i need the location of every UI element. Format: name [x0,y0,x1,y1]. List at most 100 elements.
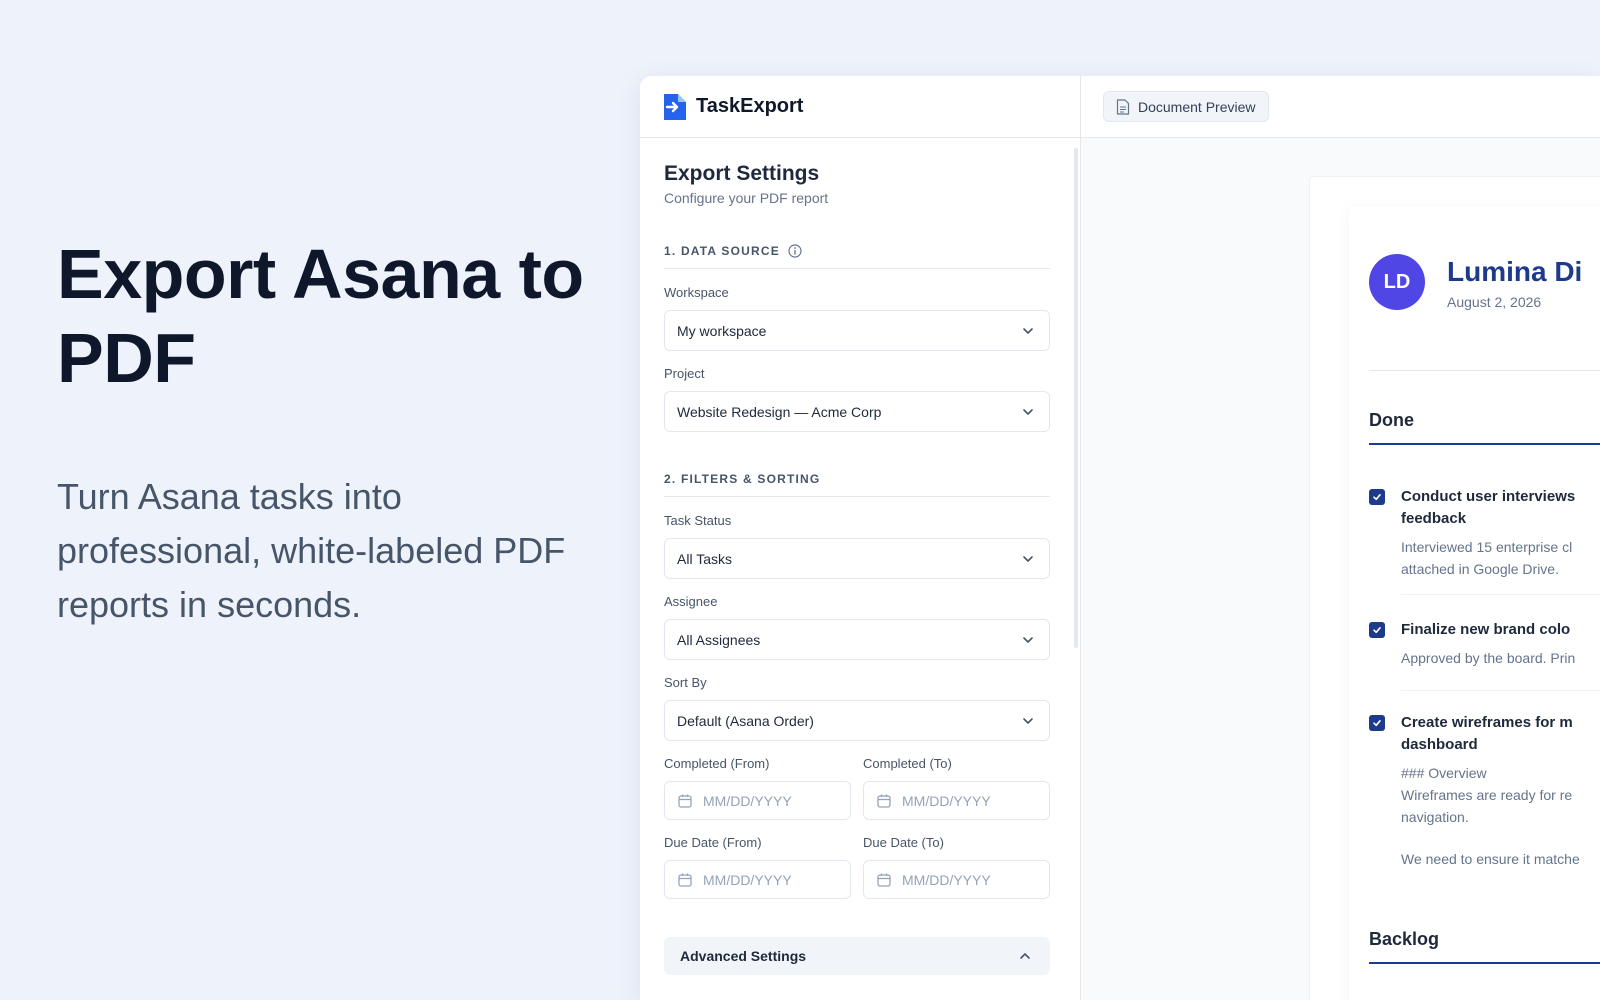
workspace-label: Workspace [664,285,729,300]
section-data-source-label: 1. DATA SOURCE [664,244,780,258]
calendar-icon [876,872,892,888]
file-export-icon [664,93,686,120]
group-backlog-heading: Backlog [1369,929,1600,964]
task-content: Conduct user interviews feedback Intervi… [1401,486,1575,580]
assignee-value: All Assignees [677,631,761,648]
task-content: Finalize new brand colo Approved by the … [1401,619,1575,669]
advanced-settings-label: Advanced Settings [680,948,807,964]
task-desc-line: attached in Google Drive. [1401,561,1559,577]
sidebar-scrollbar[interactable] [1074,148,1078,648]
chevron-up-icon [1018,949,1032,963]
checkbox-checked-icon [1369,622,1385,638]
chevron-down-icon [1021,405,1035,419]
due-to-input[interactable]: MM/DD/YYYY [863,860,1050,899]
completed-to-field: Completed (To) MM/DD/YYYY [863,756,1050,820]
task-desc-line: navigation. [1401,809,1469,825]
document-icon [1116,98,1130,115]
section-data-source: 1. DATA SOURCE [664,244,1050,269]
task-desc-line: Interviewed 15 enterprise cl [1401,539,1573,555]
preview-pane: Document Preview LD Lumina Di August 2, … [1081,76,1600,1000]
sidebar-header: TaskExport [640,76,1080,138]
pdf-header-text: Lumina Di August 2, 2026 [1447,254,1582,310]
report-date: August 2, 2026 [1447,294,1542,310]
pdf-header: LD Lumina Di August 2, 2026 [1369,254,1582,310]
task-description: Approved by the board. Prin [1401,650,1576,666]
task-item: Create wireframes for m dashboard ### Ov… [1369,712,1600,870]
advanced-settings-toggle[interactable]: Advanced Settings [664,937,1050,975]
due-from-input[interactable]: MM/DD/YYYY [664,860,851,899]
due-to-placeholder: MM/DD/YYYY [902,871,991,888]
checkbox-checked-icon [1369,715,1385,731]
workspace-select[interactable]: My workspace [664,310,1050,351]
task-status-value: All Tasks [677,550,732,567]
task-title: Finalize new brand colo [1401,621,1571,638]
completed-from-input[interactable]: MM/DD/YYYY [664,781,851,820]
calendar-icon [876,793,892,809]
chevron-down-icon [1021,324,1035,338]
task-separator [1401,690,1600,691]
due-from-placeholder: MM/DD/YYYY [703,871,792,888]
workspace-value: My workspace [677,322,767,339]
completed-from-field: Completed (From) MM/DD/YYYY [664,756,851,820]
sort-by-value: Default (Asana Order) [677,712,814,729]
chevron-down-icon [1021,633,1035,647]
settings-sidebar: TaskExport Export Settings Configure you… [640,76,1081,1000]
workspace-field: Workspace My workspace [664,285,1050,351]
task-title-line: feedback [1401,510,1467,527]
task-desc-line: ### Overview [1401,765,1487,781]
due-date-row: Due Date (From) MM/DD/YYYY Due Date (To) [664,835,1050,899]
hero: Export Asana to PDF Turn Asana tasks int… [57,232,617,632]
task-description: ### Overview Wireframes are ready for re… [1401,762,1580,870]
task-status-field: Task Status All Tasks [664,513,1050,579]
company-name: Lumina Di [1447,256,1583,287]
chevron-down-icon [1021,552,1035,566]
settings-title: Export Settings [664,162,820,185]
task-title-line: Create wireframes for m [1401,714,1573,731]
task-title-line: Conduct user interviews [1401,488,1576,505]
brand-name: TaskExport [696,95,804,117]
settings-subtitle: Configure your PDF report [664,190,829,206]
completed-to-placeholder: MM/DD/YYYY [902,792,991,809]
assignee-select[interactable]: All Assignees [664,619,1050,660]
calendar-icon [677,872,693,888]
task-item: Finalize new brand colo Approved by the … [1369,619,1600,669]
tab-document-preview-label: Document Preview [1138,98,1256,115]
completed-from-label: Completed (From) [664,756,770,771]
completed-to-input[interactable]: MM/DD/YYYY [863,781,1050,820]
due-to-field: Due Date (To) MM/DD/YYYY [863,835,1050,899]
task-separator [1401,594,1600,595]
avatar: LD [1369,254,1425,310]
project-label: Project [664,366,705,381]
calendar-icon [677,793,693,809]
task-title: Conduct user interviews feedback [1401,486,1575,530]
task-title-line: dashboard [1401,736,1478,753]
task-desc-line: We need to ensure it matche [1401,851,1580,867]
completed-date-row: Completed (From) MM/DD/YYYY Completed (T… [664,756,1050,820]
task-status-select[interactable]: All Tasks [664,538,1050,579]
due-from-label: Due Date (From) [664,835,762,850]
project-field: Project Website Redesign — Acme Corp [664,366,1050,432]
completed-to-label: Completed (To) [863,756,952,771]
sort-by-select[interactable]: Default (Asana Order) [664,700,1050,741]
task-desc-line: Wireframes are ready for re [1401,787,1573,803]
checkbox-checked-icon [1369,489,1385,505]
assignee-field: Assignee All Assignees [664,594,1050,660]
completed-from-placeholder: MM/DD/YYYY [703,792,792,809]
task-content: Create wireframes for m dashboard ### Ov… [1401,712,1580,870]
hero-title: Export Asana to PDF [57,235,584,397]
task-status-label: Task Status [664,513,732,528]
due-to-label: Due Date (To) [863,835,944,850]
tab-document-preview[interactable]: Document Preview [1103,91,1269,122]
info-icon[interactable] [788,244,802,258]
task-title: Create wireframes for m dashboard [1401,712,1580,756]
project-select[interactable]: Website Redesign — Acme Corp [664,391,1050,432]
sort-by-label: Sort By [664,675,707,690]
group-done-heading: Done [1369,410,1600,445]
app-window: TaskExport Export Settings Configure you… [640,76,1600,1000]
section-filters: 2. FILTERS & SORTING [664,472,1050,497]
section-filters-label: 2. FILTERS & SORTING [664,472,821,486]
chevron-down-icon [1021,714,1035,728]
preview-topbar: Document Preview [1081,76,1600,138]
task-item: Conduct user interviews feedback Intervi… [1369,486,1600,580]
pdf-page: LD Lumina Di August 2, 2026 Done Conduct… [1349,206,1600,1000]
